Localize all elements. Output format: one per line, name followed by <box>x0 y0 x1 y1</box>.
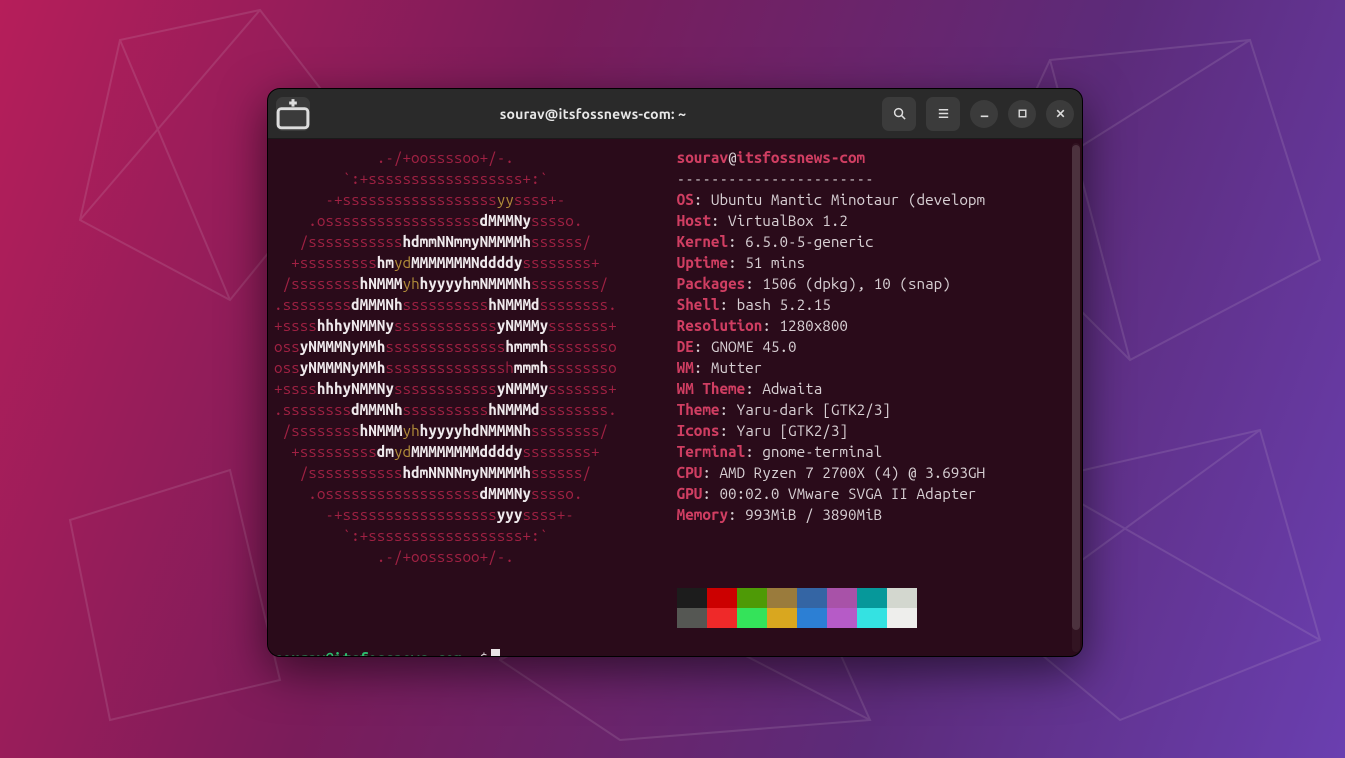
terminal-window: sourav@itsfossnews-com: ~ .-/+oossssoo+/… <box>267 88 1083 657</box>
titlebar: sourav@itsfossnews-com: ~ <box>268 89 1082 139</box>
new-tab-button[interactable] <box>276 97 310 131</box>
hamburger-menu-icon <box>936 106 951 121</box>
new-tab-icon <box>276 97 310 131</box>
terminal-cursor <box>491 649 500 656</box>
shell-prompt: sourav@itsfossnews-com:~$ <box>274 648 1082 656</box>
window-title: sourav@itsfossnews-com: ~ <box>318 106 868 122</box>
prompt-dollar: $ <box>480 650 489 656</box>
prompt-colon: : <box>462 650 471 656</box>
menu-button[interactable] <box>926 97 960 131</box>
scrollbar-thumb[interactable] <box>1072 145 1080 630</box>
terminal-viewport[interactable]: .-/+oossssoo+/-. sourav@itsfossnews-com … <box>268 139 1082 656</box>
neofetch-output: .-/+oossssoo+/-. sourav@itsfossnews-com … <box>274 147 1082 628</box>
search-icon <box>892 106 907 121</box>
minimize-button[interactable] <box>970 100 998 128</box>
minimize-icon <box>977 106 992 121</box>
close-icon <box>1053 106 1068 121</box>
maximize-button[interactable] <box>1008 100 1036 128</box>
prompt-path: ~ <box>471 650 480 656</box>
maximize-icon <box>1015 106 1030 121</box>
prompt-user-host: sourav@itsfossnews-com <box>274 650 462 656</box>
terminal-scrollbar[interactable] <box>1072 143 1080 652</box>
search-button[interactable] <box>882 97 916 131</box>
close-button[interactable] <box>1046 100 1074 128</box>
